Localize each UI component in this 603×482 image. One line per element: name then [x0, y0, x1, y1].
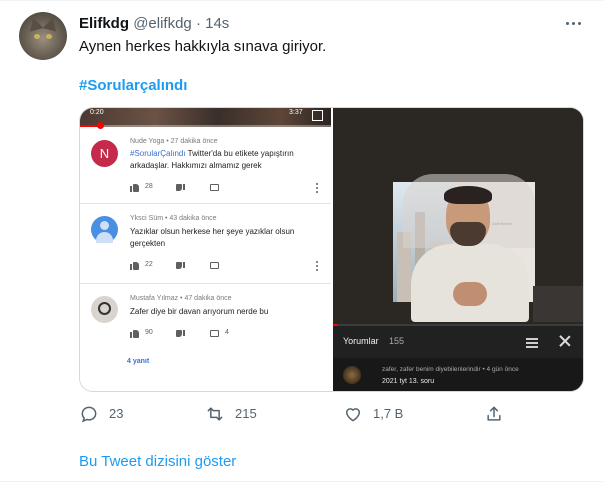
- cat-ear: [42, 16, 60, 32]
- comment-meta: Nude Yoga • 27 dakika önce: [130, 138, 218, 145]
- avatar-body-shape: [96, 232, 113, 243]
- video-time-total: 3:37: [289, 109, 303, 116]
- author-avatar[interactable]: [19, 12, 67, 60]
- avatar-default: [91, 216, 118, 243]
- more-vert-icon: [316, 261, 319, 272]
- retweet-count: 215: [235, 406, 257, 421]
- show-thread-link[interactable]: Bu Tweet dizisini göster: [79, 452, 236, 472]
- tweet-actions: 23 215 1,7 B: [79, 402, 584, 426]
- media-image-right[interactable]: ZaferBenim Yorumlar 155: [333, 108, 583, 391]
- comment-text-line1: Yazıklar olsun herkese her şeye yazıklar…: [130, 227, 295, 236]
- close-icon: [558, 334, 572, 348]
- hashtag-link[interactable]: #Sorularçalındı: [79, 76, 187, 96]
- avatar-sketch: [91, 296, 118, 323]
- video-progress-bar: [80, 122, 331, 129]
- retweet-icon: [207, 407, 223, 421]
- comments-label: Yorumlar: [343, 336, 379, 346]
- reply-button[interactable]: 23: [79, 402, 139, 426]
- thumbs-up-icon: [130, 261, 139, 270]
- comments-count: 155: [389, 336, 405, 346]
- comment-text-line2: arkadaşlar. Hakkımızı almamız gerek: [130, 161, 262, 170]
- more-options-icon[interactable]: [565, 14, 583, 32]
- video-laptop: [533, 286, 583, 322]
- reply-count: 23: [109, 406, 124, 421]
- avatar: [343, 366, 361, 384]
- comments-header: Yorumlar 155: [333, 326, 583, 358]
- comment-actions: 28: [130, 183, 320, 193]
- heart-icon: [346, 408, 360, 422]
- comment-text-line2: gerçekten: [130, 239, 166, 248]
- reply-icon: [210, 184, 219, 191]
- comment-meta: zafer, zafer benim diyebilenlerindir • 4…: [382, 366, 519, 373]
- thumbs-down-icon: [176, 262, 185, 271]
- comment-hashtag: #SorularÇalındı: [130, 149, 186, 158]
- avatar-letter: N: [99, 146, 110, 161]
- comment-text: Zafer diye bir davan arıyorum nerde bu: [130, 307, 269, 316]
- video-progress-knob: [97, 122, 105, 129]
- divider: [0, 0, 603, 1]
- list-item: zafer, zafer benim diyebilenlerindir • 4…: [333, 358, 583, 391]
- tweet[interactable]: Elifkdg @elifkdg · 14s Aynen herkes hakk…: [0, 0, 603, 482]
- tweet-media[interactable]: 0:20 3:37 N Nude Yoga • 27 dakika önce #…: [79, 107, 584, 392]
- cat-eye: [34, 34, 40, 39]
- thumbs-down-icon: [176, 330, 185, 339]
- avatar-sketch-head: [98, 302, 111, 315]
- avatar: N: [91, 140, 118, 167]
- share-icon: [487, 406, 501, 421]
- like-count: 28: [145, 183, 153, 190]
- video-person-hair: [444, 186, 492, 204]
- video-person-hands: [453, 282, 487, 306]
- like-count: 90: [145, 329, 153, 336]
- author-handle[interactable]: @elifkdg: [133, 15, 192, 32]
- more-vert-icon: [316, 183, 319, 194]
- thumbs-down-icon: [176, 184, 185, 193]
- tweet-timestamp[interactable]: 14s: [205, 15, 229, 32]
- share-button[interactable]: [484, 402, 508, 426]
- media-image-left[interactable]: 0:20 3:37 N Nude Yoga • 27 dakika önce #…: [80, 108, 331, 391]
- retweet-button[interactable]: 215: [205, 402, 265, 426]
- comment-text: 2021 tyt 13. soru: [382, 378, 435, 385]
- comment-actions: 90 4: [130, 329, 320, 339]
- comment-text-part: Twitter'da bu etikete yapıştırın: [185, 149, 294, 158]
- thumbs-up-icon: [130, 183, 139, 192]
- separator-dot: ·: [195, 15, 201, 32]
- comment-actions: 22: [130, 261, 320, 271]
- comment-text: #SorularÇalındı Twitter'da bu etikete ya…: [130, 148, 315, 172]
- cat-ear: [26, 16, 44, 32]
- reply-icon: [210, 262, 219, 269]
- like-count: 22: [145, 261, 153, 268]
- video-frame: ZaferBenim: [333, 108, 583, 326]
- comment-text: Yazıklar olsun herkese her şeye yazıklar…: [130, 226, 315, 250]
- comment-meta: Mustafa Yılmaz • 47 dakika önce: [130, 295, 232, 302]
- avatar-head-shape: [100, 221, 109, 230]
- comment-meta: Yksci Süm • 43 dakika önce: [130, 215, 217, 222]
- reply-count: 4: [225, 329, 229, 336]
- author-name[interactable]: Elifkdg: [79, 15, 129, 32]
- view-replies-link: 4 yanıt: [127, 358, 150, 365]
- like-button[interactable]: 1,7 B: [343, 402, 413, 426]
- like-count: 1,7 B: [373, 406, 404, 421]
- divider: [80, 203, 331, 204]
- video-thumbnail-strip: 0:20 3:37: [80, 108, 331, 129]
- cat-eye: [46, 34, 52, 39]
- tweet-header: Elifkdg @elifkdg · 14s: [79, 14, 229, 34]
- sort-icon: [526, 337, 538, 348]
- reply-icon: [210, 330, 219, 337]
- fullscreen-icon: [312, 110, 323, 121]
- video-time-current: 0:20: [90, 109, 104, 116]
- thumbs-up-icon: [130, 329, 139, 338]
- divider: [80, 283, 331, 284]
- tweet-text: Aynen herkes hakkıyla sınava giriyor.: [79, 38, 327, 55]
- reply-icon: [81, 406, 97, 423]
